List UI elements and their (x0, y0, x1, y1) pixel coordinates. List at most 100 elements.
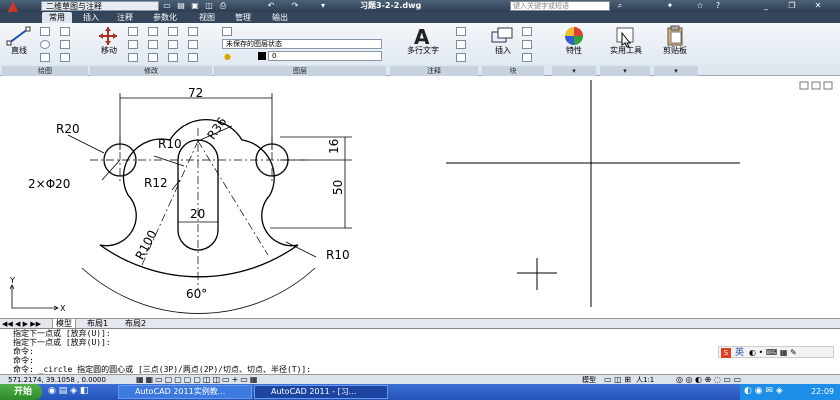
layers-panel-label[interactable]: 图层 (214, 66, 386, 76)
new-icon[interactable]: ▭ (162, 1, 172, 11)
drawing-area[interactable]: 72 R20 R10 R36 16 2×Φ20 R12 50 20 R100 R… (0, 77, 840, 318)
utilities-button[interactable]: 实用工具 (604, 45, 648, 56)
properties-icon[interactable] (562, 25, 586, 47)
copy-icon[interactable] (148, 27, 158, 36)
taskbar: 开始 ◉ ▤ ◈ ◧ AutoCAD 2011实例教... AutoCAD 20… (0, 384, 840, 400)
properties-button[interactable]: 特性 (556, 45, 592, 56)
command-line[interactable]: 指定下一点或 [放弃(U)]: 指定下一点或 [放弃(U)]: 命令: 命令: … (0, 328, 840, 374)
tab-insert[interactable]: 插入 (78, 12, 104, 23)
taskbar-item-autocad[interactable]: AutoCAD 2011 - [习... (254, 385, 388, 399)
move-button[interactable]: 移动 (94, 45, 124, 56)
close-icon[interactable]: ✕ (812, 1, 824, 11)
insert-block-icon[interactable] (490, 26, 514, 46)
saveas-icon[interactable]: ◫ (204, 1, 214, 11)
utilities-icon[interactable] (614, 25, 638, 47)
move-icon[interactable] (96, 26, 120, 46)
tab-home[interactable]: 常用 (42, 12, 72, 23)
dimension-icon[interactable] (456, 27, 466, 36)
ribbon-tab-bar: 常用 插入 注释 参数化 视图 管理 输出 (0, 12, 840, 23)
hatch-icon[interactable] (60, 40, 70, 49)
insert-button[interactable]: 插入 (488, 45, 518, 56)
circle-icon[interactable] (40, 40, 50, 49)
tab-view[interactable]: 视图 (194, 12, 220, 23)
layer-state-dropdown[interactable]: 未保存的图层状态 (222, 39, 382, 49)
open-icon[interactable]: ▤ (176, 1, 186, 11)
stretch-icon[interactable] (128, 53, 138, 62)
ellipse-icon[interactable] (60, 53, 70, 62)
trim-icon[interactable] (168, 27, 178, 36)
edit-block-icon[interactable] (522, 40, 532, 49)
table-icon[interactable] (456, 53, 466, 62)
wrench-icon[interactable]: ✦ (664, 1, 676, 11)
block-panel-label[interactable]: 块 (482, 66, 544, 76)
ime-tools-icon[interactable]: ◐ • ⌨ ▦ ✎ (749, 347, 797, 359)
clipboard-icon[interactable] (664, 25, 686, 47)
mtext-button[interactable]: 多行文字 (400, 45, 446, 56)
redo-icon[interactable]: ↷ (290, 1, 300, 11)
search-input[interactable]: 键入关键字或短语 (510, 1, 610, 11)
line-icon[interactable] (6, 26, 32, 46)
create-block-icon[interactable] (522, 27, 532, 36)
leader-icon[interactable] (456, 40, 466, 49)
rectangle-icon[interactable] (60, 27, 70, 36)
erase-icon[interactable] (188, 27, 198, 36)
print-icon[interactable]: ⎙ (218, 1, 228, 11)
ime-language[interactable]: 英 (735, 347, 744, 359)
tab-manage[interactable]: 管理 (228, 12, 258, 23)
command-prompt[interactable]: 命令: _circle 指定圆的圆心或 [三点(3P)/两点(2P)/切点、切点… (13, 365, 840, 374)
ime-logo-icon[interactable]: S (721, 348, 731, 358)
clipboard-panel-label[interactable]: ▾ (654, 66, 698, 76)
offset-icon[interactable] (188, 40, 198, 49)
scale-icon[interactable] (148, 53, 158, 62)
workspace-selector[interactable]: 二维草图与注释 (41, 1, 159, 11)
dim-r10-top: R10 (158, 137, 182, 151)
ucs-icon (9, 284, 59, 311)
arc-icon[interactable] (40, 53, 50, 62)
command-history-line: 指定下一点或 [放弃(U)]: (13, 329, 111, 338)
command-history-line: 命令: (13, 347, 34, 356)
tab-output[interactable]: 输出 (265, 12, 295, 23)
properties-panel-label[interactable]: ▾ (552, 66, 596, 76)
ribbon: 直线 绘图 移动 修改 未保存的图层状态 ● 0 图层 A 多行文字 注释 插入… (0, 23, 840, 76)
dim-r20: R20 (56, 122, 80, 136)
draw-panel-label[interactable]: 绘图 (2, 66, 88, 76)
save-icon[interactable]: ▣ (190, 1, 200, 11)
search-icon[interactable]: ⌕ (614, 1, 626, 11)
clipboard-button[interactable]: 剪贴板 (656, 45, 694, 56)
taskbar-item-tutorial[interactable]: AutoCAD 2011实例教... (118, 385, 252, 399)
restore-icon[interactable]: ❐ (786, 1, 798, 11)
ime-toolbar[interactable]: S 英 ◐ • ⌨ ▦ ✎ (718, 346, 834, 358)
start-button[interactable]: 开始 (0, 384, 42, 400)
document-title: 习题3-2-2.dwg (360, 1, 422, 10)
tab-annotate[interactable]: 注释 (112, 12, 138, 23)
dropdown-icon[interactable]: ▾ (318, 1, 328, 11)
modify-panel-label[interactable]: 修改 (90, 66, 212, 76)
viewport-controls[interactable] (799, 81, 833, 90)
fillet-icon[interactable] (148, 40, 158, 49)
polyline-icon[interactable] (40, 27, 50, 36)
dim-50: 50 (331, 180, 345, 195)
join-icon[interactable] (188, 53, 198, 62)
explode-icon[interactable] (168, 40, 178, 49)
line-button[interactable]: 直线 (4, 45, 34, 56)
array-icon[interactable] (168, 53, 178, 62)
layer-properties-icon[interactable] (222, 27, 232, 36)
command-history-line: 命令: (13, 356, 34, 365)
ucs-y-label: Y (9, 276, 15, 285)
tray-icons[interactable]: ◐ ◉ ✉ ◈ (744, 386, 783, 396)
help-icon[interactable]: ? (712, 1, 724, 11)
minimize-icon[interactable]: _ (760, 1, 772, 11)
clock: 22:09 (810, 387, 834, 396)
star-icon[interactable]: ☆ (694, 1, 706, 11)
mirror-icon[interactable] (128, 40, 138, 49)
undo-icon[interactable]: ↶ (266, 1, 276, 11)
dim-72: 72 (188, 86, 203, 100)
quick-launch-icons[interactable]: ◉ ▤ ◈ ◧ (48, 386, 88, 396)
utilities-panel-label[interactable]: ▾ (600, 66, 650, 76)
annotation-panel-label[interactable]: 注释 (390, 66, 478, 76)
ucs-x-label: X (60, 304, 66, 313)
tab-parametric[interactable]: 参数化 (144, 12, 186, 23)
rotate-icon[interactable] (128, 27, 138, 36)
current-layer-dropdown[interactable]: 0 (268, 51, 382, 61)
attribute-icon[interactable] (522, 53, 532, 62)
